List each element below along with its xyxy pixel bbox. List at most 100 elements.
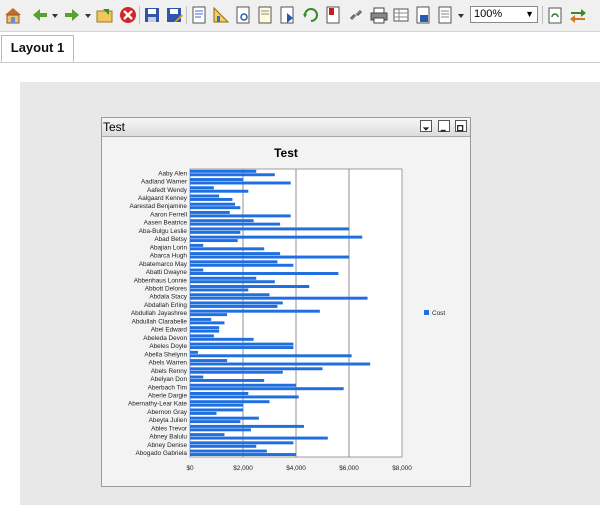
- dropdown-icon[interactable]: [50, 5, 60, 25]
- bar: [190, 219, 254, 223]
- bar: [190, 214, 291, 218]
- bar: [190, 285, 310, 288]
- bar: [190, 436, 328, 440]
- y-category-label: Abelyan Don: [150, 376, 187, 383]
- bar: [190, 173, 275, 177]
- dropdown-icon[interactable]: [83, 5, 93, 25]
- y-category-label: Abney Balulu: [149, 434, 187, 441]
- view-doc-icon[interactable]: [233, 5, 253, 25]
- save-as-icon[interactable]: [164, 5, 184, 25]
- back-arrow-icon[interactable]: [30, 5, 50, 25]
- y-category-label: Abernon Gray: [147, 409, 188, 416]
- y-category-label: Abajian Lorin: [150, 244, 188, 251]
- x-tick-label: $6,000: [339, 465, 359, 472]
- bar: [190, 441, 294, 445]
- chart-window: Test Test $0 $2,000 $4,000 $6,000 $8,000 Aaby…: [101, 117, 471, 487]
- bar: [190, 304, 278, 308]
- bar: [190, 367, 323, 371]
- save-icon[interactable]: [142, 5, 162, 25]
- bar: [190, 342, 294, 346]
- dropdown-icon[interactable]: [456, 5, 466, 25]
- open-folder-icon[interactable]: [95, 5, 115, 25]
- y-category-label: Abella Shelynn: [144, 351, 187, 358]
- bar: [190, 309, 320, 313]
- bar: [190, 359, 228, 363]
- y-category-label: Abatemarco May: [139, 261, 188, 268]
- bookmark-icon[interactable]: [323, 5, 343, 25]
- forward-arrow-icon[interactable]: [62, 5, 82, 25]
- bar: [190, 255, 349, 259]
- filter-arrows-icon[interactable]: [568, 5, 588, 25]
- bar: [190, 239, 238, 243]
- bar: [190, 181, 291, 185]
- bar: [190, 222, 281, 226]
- bar: [190, 280, 275, 284]
- close-report-icon[interactable]: [118, 5, 138, 25]
- x-tick-label: $2,000: [233, 465, 253, 472]
- bar: [190, 383, 296, 387]
- bar: [190, 370, 283, 374]
- y-category-label: Aba-Bulgu Leslie: [139, 228, 188, 235]
- bar: [190, 189, 249, 193]
- bar: [190, 260, 278, 264]
- y-category-label: Aadland Warner: [141, 179, 188, 186]
- bar: [190, 194, 220, 198]
- bar: [190, 296, 368, 300]
- bar: [190, 202, 236, 206]
- print-icon[interactable]: [369, 5, 389, 25]
- bar: [190, 227, 349, 231]
- bar: [190, 346, 294, 350]
- export-pdf-icon[interactable]: [413, 5, 433, 25]
- bar: [190, 272, 339, 275]
- fit-icon[interactable]: [545, 5, 565, 25]
- bar: [190, 326, 220, 330]
- page-doc-icon[interactable]: [255, 5, 275, 25]
- y-category-label: Abad Betsy: [154, 236, 187, 243]
- y-category-label: Abeyta Julien: [149, 417, 188, 424]
- export-more-icon[interactable]: [435, 5, 455, 25]
- y-category-label: Abels Renny: [151, 368, 188, 375]
- chart-design-icon[interactable]: [211, 5, 231, 25]
- bar: [190, 301, 283, 305]
- y-category-label: Aaron Ferrell: [150, 211, 187, 218]
- bar: [190, 247, 265, 251]
- bar: [190, 411, 217, 415]
- bar: [190, 378, 265, 382]
- bar: [190, 420, 241, 424]
- bar: [190, 276, 257, 280]
- zoom-value: 100%: [474, 8, 503, 20]
- y-category-label: Aberbach Tim: [148, 384, 187, 391]
- y-category-label: Aarestad Benjamine: [129, 203, 187, 210]
- bar: [190, 416, 259, 420]
- bar: [190, 230, 241, 234]
- export-csv-icon[interactable]: [391, 5, 411, 25]
- home-icon[interactable]: [3, 5, 23, 25]
- zoom-select[interactable]: 100% ▼: [470, 6, 538, 23]
- legend-swatch: [424, 310, 429, 315]
- bar: [190, 197, 233, 201]
- chevron-down-icon: ▼: [525, 9, 534, 19]
- y-category-label: Abdullah Jayashree: [131, 310, 188, 317]
- link-icon[interactable]: [346, 5, 366, 25]
- bar: [190, 408, 243, 412]
- bar: [190, 337, 254, 341]
- bar: [190, 403, 243, 407]
- bar: [190, 243, 204, 247]
- y-category-label: Abbott Delores: [145, 286, 187, 293]
- y-category-label: Abeleda Devon: [143, 335, 187, 342]
- bar: [190, 424, 304, 428]
- legend-label: Cost: [432, 310, 445, 317]
- bar: [190, 169, 257, 173]
- bar: [190, 186, 214, 190]
- refresh-icon[interactable]: [301, 5, 321, 25]
- tab-layout-1[interactable]: Layout 1: [1, 35, 74, 62]
- bar: [190, 453, 296, 457]
- report-doc-icon[interactable]: [189, 5, 209, 25]
- bar: [190, 387, 344, 391]
- export-doc-icon[interactable]: [277, 5, 297, 25]
- bar: [190, 334, 214, 338]
- bar: [190, 449, 267, 453]
- bar: [190, 206, 241, 210]
- y-category-label: Abel Edward: [151, 327, 188, 334]
- x-tick-label: $4,000: [286, 465, 306, 472]
